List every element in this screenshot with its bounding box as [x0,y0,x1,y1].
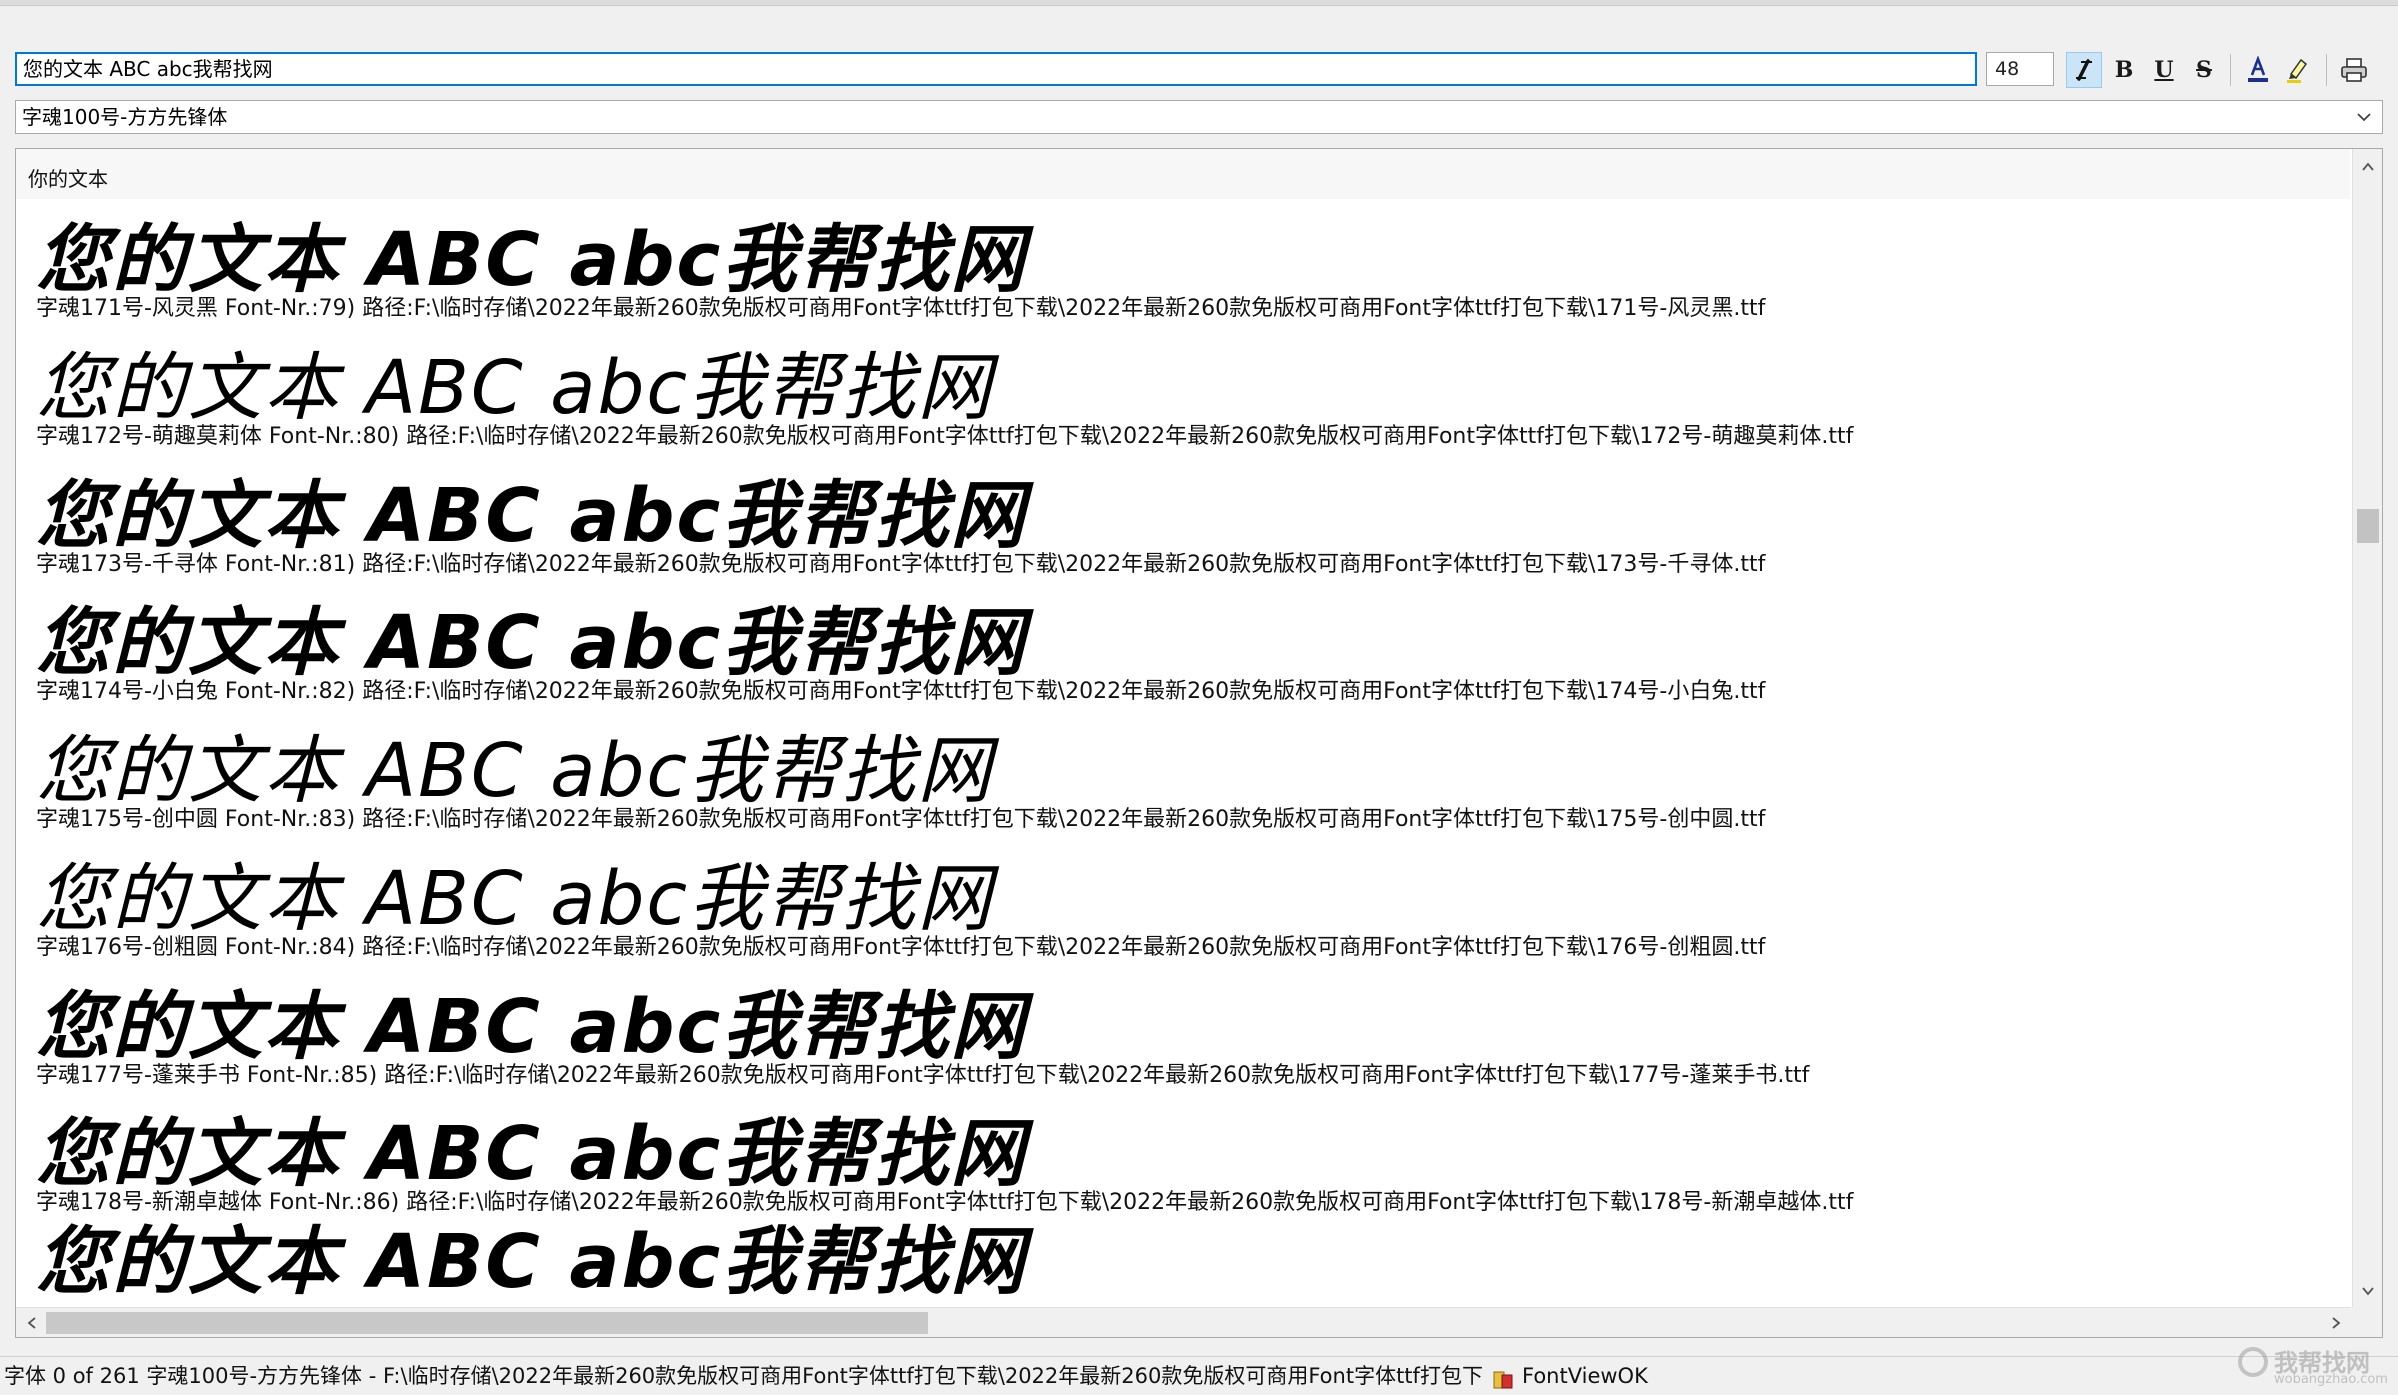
font-info: 字魂172号-萌趣莫莉体 Font-Nr.:80) 路径:F:\临时存储\202… [36,424,1854,449]
font-info: 字魂175号-创中圆 Font-Nr.:83) 路径:F:\临时存储\2022年… [36,807,1766,832]
scroll-up-icon[interactable] [2360,159,2376,175]
vertical-scroll-thumb[interactable] [2357,509,2379,543]
font-info: 字魂174号-小白兔 Font-Nr.:82) 路径:F:\临时存储\2022年… [36,679,1766,704]
print-button[interactable] [2336,52,2372,88]
font-sample: 您的文本 ABC abc我帮找网 [36,473,1027,559]
font-sample: 您的文本 ABC abc我帮找网 [36,600,1027,686]
horizontal-scrollbar[interactable] [16,1307,2352,1337]
strikethrough-button[interactable]: S [2186,52,2222,88]
watermark-url: wobangzhao.com [2274,1372,2388,1387]
window-top-edge [0,0,2398,6]
toolbar-separator [2230,54,2231,86]
preview-text-input[interactable]: 您的文本 ABC abc我帮找网 [15,52,1977,86]
font-info: 字魂176号-创粗圆 Font-Nr.:84) 路径:F:\临时存储\2022年… [36,935,1766,960]
italic-button[interactable] [2066,52,2102,88]
preview-header: 你的文本 [28,167,108,191]
font-preview-pane[interactable]: 你的文本 您的文本 ABC abc我帮找网 字魂171号-风灵黑 Font-Nr… [15,148,2383,1338]
font-info: 字魂173号-千寻体 Font-Nr.:81) 路径:F:\临时存储\2022年… [36,552,1766,577]
strikethrough-icon: S [2196,57,2212,83]
font-select-value: 字魂100号-方方先锋体 [22,105,228,129]
italic-icon [2076,59,2092,81]
font-sample: 您的文本 ABC abc我帮找网 [36,984,1027,1070]
font-info: 字魂178号-新潮卓越体 Font-Nr.:86) 路径:F:\临时存储\202… [36,1190,1854,1215]
font-sample: 您的文本 ABC abc我帮找网 [36,345,994,431]
font-size-input[interactable]: 48 [1986,52,2054,86]
font-color-button[interactable] [2240,52,2276,88]
font-sample: 您的文本 ABC abc我帮找网 [36,217,1027,303]
font-select-dropdown[interactable]: 字魂100号-方方先锋体 [15,100,2383,134]
underline-button[interactable]: U [2146,52,2182,88]
highlight-button[interactable] [2280,52,2316,88]
app-icon [1493,1371,1513,1389]
font-color-icon [2248,56,2268,82]
bold-icon: B [2114,57,2134,83]
watermark: 我帮找网 wobangzhao.com [2234,1341,2388,1393]
app-name: FontViewOK [1522,1364,1648,1388]
bold-button[interactable]: B [2106,52,2142,88]
scroll-right-icon[interactable] [2328,1315,2344,1331]
scroll-left-icon[interactable] [24,1315,40,1331]
font-sample: 您的文本 ABC abc我帮找网 [36,856,994,942]
status-text: 字体 0 of 261 字魂100号-方方先锋体 - F:\临时存储\2022年… [4,1364,1482,1388]
status-bar: 字体 0 of 261 字魂100号-方方先锋体 - F:\临时存储\2022年… [0,1356,2398,1395]
print-icon [2341,58,2367,82]
font-info: 字魂177号-蓬莱手书 Font-Nr.:85) 路径:F:\临时存储\2022… [36,1063,1810,1088]
preview-header-band [16,149,2350,199]
status-app: FontViewOK [1492,1357,1648,1395]
horizontal-scroll-thumb[interactable] [46,1312,928,1334]
scrollbar-corner [2350,1307,2382,1337]
font-sample: 您的文本 ABC abc我帮找网 [36,1219,1027,1305]
watermark-logo-icon [2238,1347,2268,1377]
toolbar-separator [2326,54,2327,86]
underline-icon: U [2154,57,2174,83]
vertical-scrollbar[interactable] [2352,149,2382,1309]
font-info: 字魂171号-风灵黑 Font-Nr.:79) 路径:F:\临时存储\2022年… [36,296,1766,321]
highlight-icon [2287,58,2308,83]
font-sample: 您的文本 ABC abc我帮找网 [36,1111,1027,1197]
scroll-down-icon[interactable] [2360,1283,2376,1299]
font-sample: 您的文本 ABC abc我帮找网 [36,728,994,814]
chevron-down-icon [2357,113,2371,122]
